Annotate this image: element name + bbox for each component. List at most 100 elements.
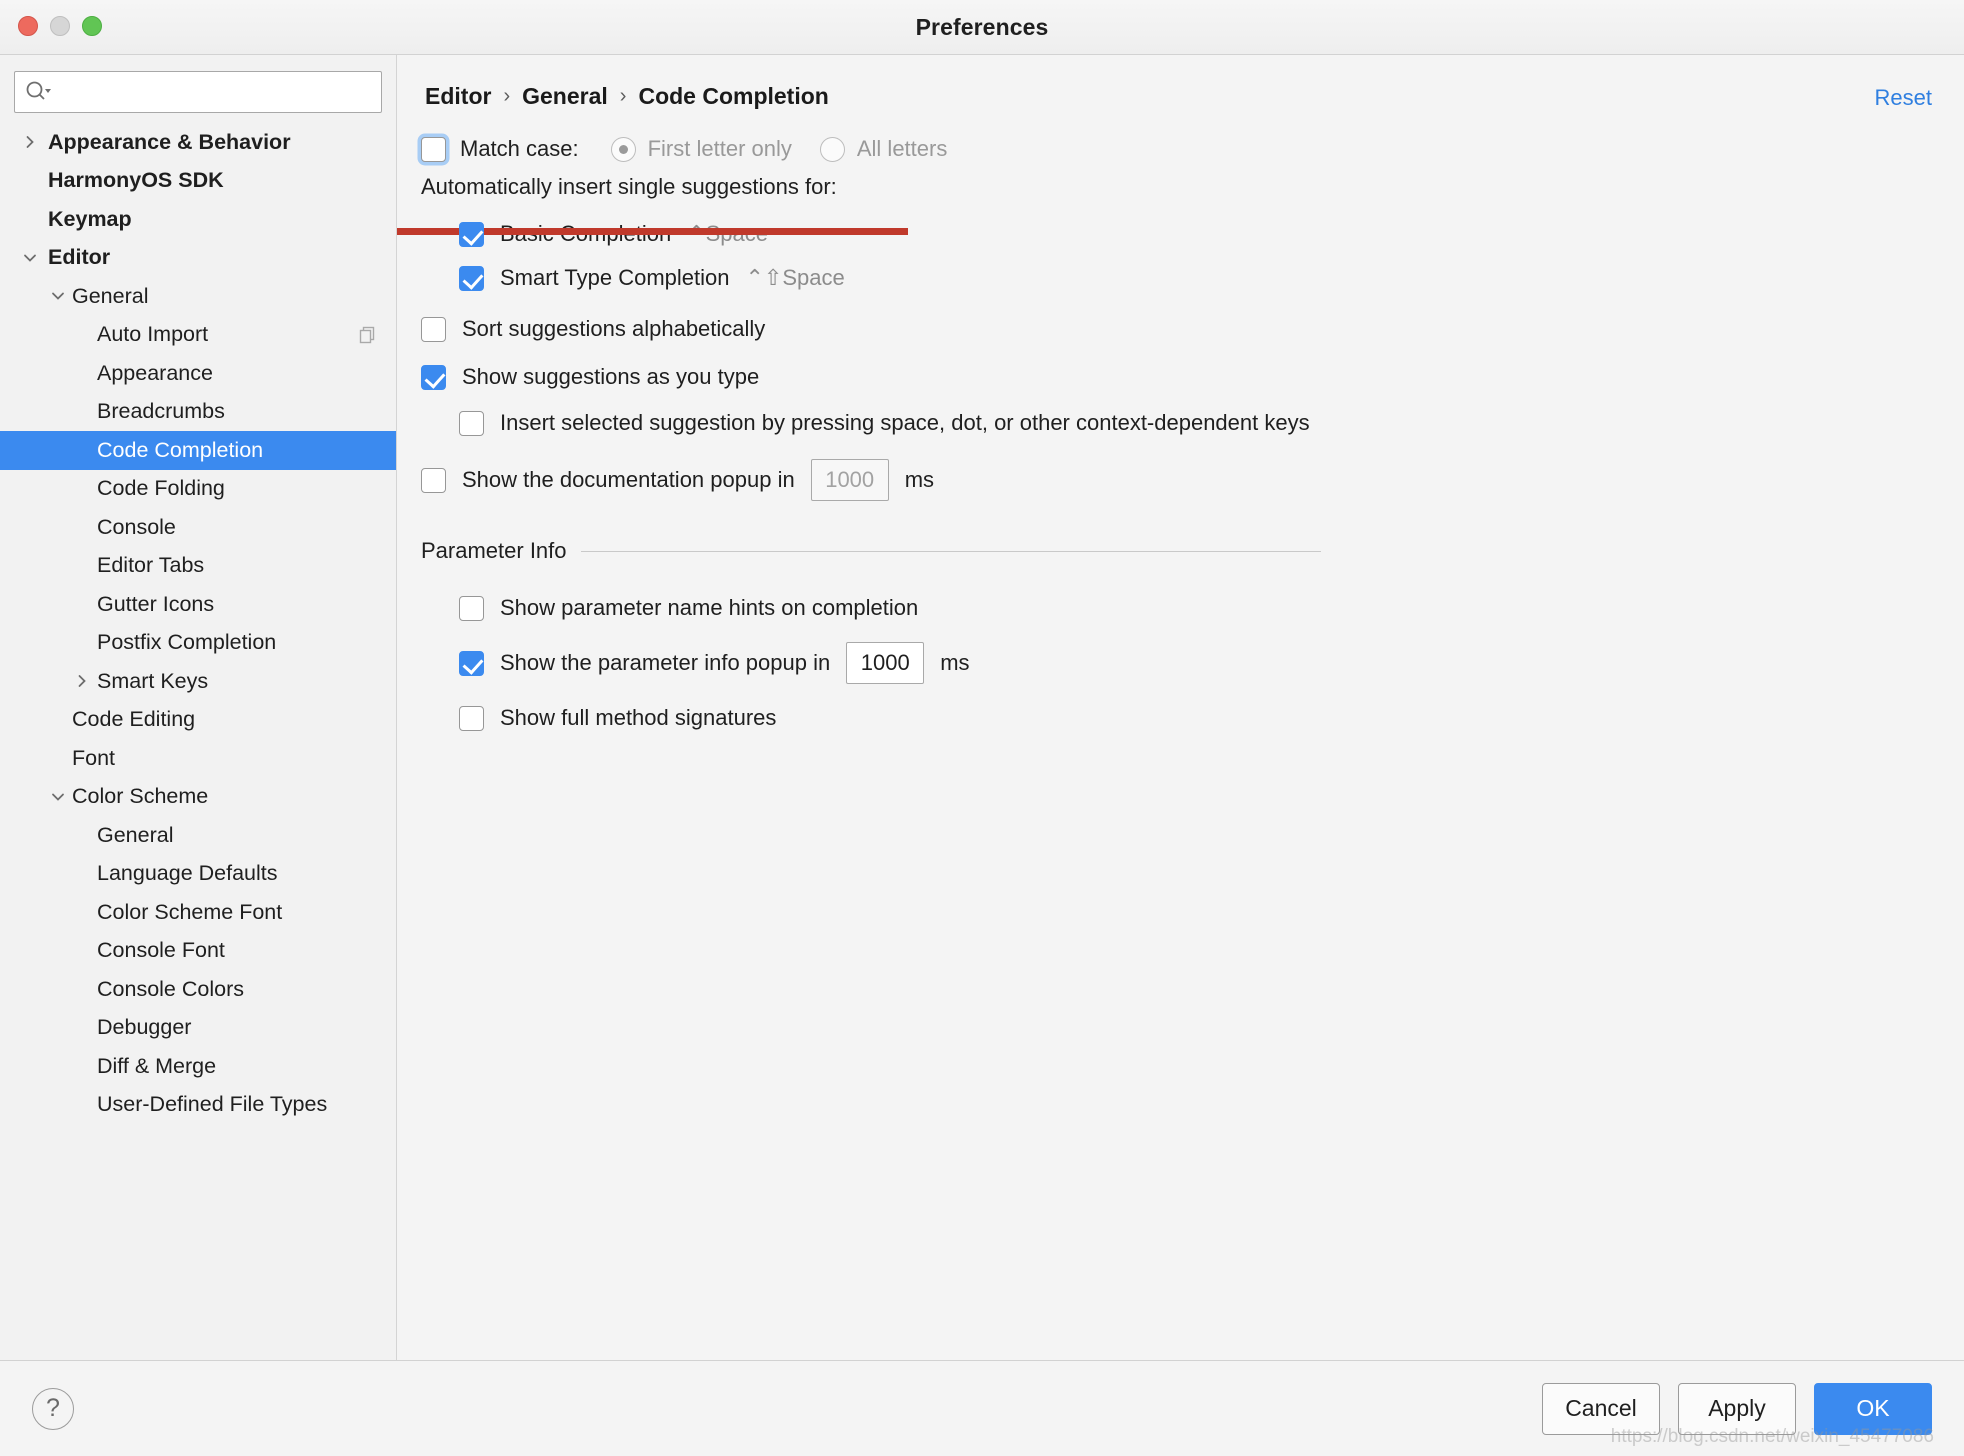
sidebar-item-general[interactable]: General [0,816,396,855]
smart-type-completion-shortcut: ⌃⇧Space [745,265,845,290]
maximize-button[interactable] [82,16,102,36]
smart-type-completion-checkbox[interactable] [459,265,484,291]
reset-link[interactable]: Reset [1875,85,1932,111]
sidebar-item-editor-tabs[interactable]: Editor Tabs [0,547,396,586]
search-icon [25,80,51,104]
sidebar-item-label: Breadcrumbs [97,399,225,424]
doc-popup-unit: ms [904,467,935,492]
sidebar-item-label: Console [97,514,176,539]
sidebar-item-harmonyos-sdk[interactable]: HarmonyOS SDK [0,162,396,201]
doc-popup-checkbox[interactable] [421,467,446,493]
sidebar-item-console-font[interactable]: Console Font [0,932,396,971]
match-case-checkbox[interactable] [421,136,446,162]
chevron-down-icon[interactable] [50,789,66,805]
sidebar-item-label: Color Scheme Font [97,899,283,924]
sidebar-item-code-folding[interactable]: Code Folding [0,470,396,509]
insert-on-keys-row[interactable]: Insert selected suggestion by pressing s… [421,400,1964,446]
preferences-window: Preferences Appearance & Behavior Harmony… [0,0,1964,1456]
sidebar-item-label: Code Completion [97,437,264,462]
sidebar-item-appearance[interactable]: Appearance [0,354,396,393]
breadcrumb-editor[interactable]: Editor [425,83,491,110]
sidebar-item-color-scheme-font[interactable]: Color Scheme Font [0,893,396,932]
all-letters-label: All letters [856,136,948,161]
sidebar-item-console[interactable]: Console [0,508,396,547]
sidebar-item-general[interactable]: General [0,277,396,316]
chevron-down-icon[interactable] [22,250,38,266]
sidebar-item-console-colors[interactable]: Console Colors [0,970,396,1009]
sidebar-item-debugger[interactable]: Debugger [0,1009,396,1048]
sidebar-item-language-defaults[interactable]: Language Defaults [0,855,396,894]
full-signatures-checkbox[interactable] [459,705,484,731]
doc-popup-label: Show the documentation popup in [462,467,795,492]
sidebar-item-label: Appearance & Behavior [48,129,291,154]
body-split: Appearance & Behavior HarmonyOS SDK Keymap… [0,55,1964,1360]
sidebar-item-label: Code Editing [72,707,196,732]
sidebar-item-label: Font [72,745,116,770]
param-name-hints-row[interactable]: Show parameter name hints on completion [421,582,1964,634]
sidebar-item-auto-import[interactable]: Auto Import [0,316,396,355]
sidebar-item-code-editing[interactable]: Code Editing [0,701,396,740]
show-as-you-type-row[interactable]: Show suggestions as you type [421,354,1964,400]
sidebar-item-breadcrumbs[interactable]: Breadcrumbs [0,393,396,432]
param-popup-delay-row[interactable]: Show the parameter info popup in ms [421,634,1964,692]
sidebar-item-label: General [97,822,174,847]
help-button[interactable]: ? [32,1387,74,1430]
sidebar-item-label: Debugger [97,1015,192,1040]
apply-button[interactable]: Apply [1678,1382,1796,1435]
ok-button[interactable]: OK [1814,1382,1932,1435]
insert-on-keys-checkbox[interactable] [459,410,484,436]
sort-alphabetically-row[interactable]: Sort suggestions alphabetically [421,304,1964,354]
page-title: Code Completion [638,83,829,109]
match-case-option-all-letters[interactable]: All letters [819,136,948,162]
sidebar-item-gutter-icons[interactable]: Gutter Icons [0,585,396,624]
show-as-you-type-label: Show suggestions as you type [462,364,760,389]
copy-icon[interactable] [358,325,378,345]
sidebar-item-smart-keys[interactable]: Smart Keys [0,662,396,701]
sidebar-item-label: Language Defaults [97,861,278,886]
sidebar-item-postfix-completion[interactable]: Postfix Completion [0,624,396,663]
sidebar-item-label: User-Defined File Types [97,1092,328,1117]
minimize-button[interactable] [50,16,70,36]
traffic-light-group [18,16,102,36]
sidebar-item-color-scheme[interactable]: Color Scheme [0,778,396,817]
sidebar-item-label: Postfix Completion [97,630,277,655]
sort-alphabetically-checkbox[interactable] [421,316,446,342]
match-case-option-first-letter[interactable]: First letter only [610,136,792,162]
sidebar-item-label: Color Scheme [72,784,209,809]
close-button[interactable] [18,16,38,36]
sidebar-item-user-defined-file-types[interactable]: User-Defined File Types [0,1086,396,1125]
param-popup-delay-checkbox[interactable] [459,650,484,676]
breadcrumb-general[interactable]: General [522,83,608,110]
param-popup-delay-input[interactable] [846,642,925,684]
full-signatures-row[interactable]: Show full method signatures [421,692,1964,744]
breadcrumb-separator-1: › [503,85,511,107]
chevron-down-icon[interactable] [50,288,66,304]
auto-insert-label: Automatically insert single suggestions … [421,174,1964,200]
sidebar-item-editor[interactable]: Editor [0,239,396,278]
param-name-hints-checkbox[interactable] [459,595,484,621]
sidebar-item-code-completion[interactable]: Code Completion [0,431,396,470]
sidebar-item-appearance-behavior[interactable]: Appearance & Behavior [0,123,396,162]
basic-completion-checkbox[interactable] [459,221,484,247]
settings-content: Match case: First letter only All letter… [397,110,1964,744]
sidebar-item-label: HarmonyOS SDK [48,168,224,193]
smart-type-completion-label: Smart Type Completion [500,265,730,290]
smart-type-completion-row[interactable]: Smart Type Completion ⌃⇧Space [421,256,1964,300]
full-signatures-label: Show full method signatures [500,705,777,730]
doc-popup-delay-input[interactable] [810,459,889,501]
show-as-you-type-checkbox[interactable] [421,364,446,390]
all-letters-radio[interactable] [819,136,845,162]
chevron-right-icon[interactable] [74,673,90,689]
sidebar-item-keymap[interactable]: Keymap [0,200,396,239]
first-letter-only-radio[interactable] [610,136,636,162]
search-input[interactable] [14,71,382,113]
window-title: Preferences [915,13,1049,40]
chevron-right-icon[interactable] [22,134,38,150]
sidebar-item-diff-merge[interactable]: Diff & Merge [0,1047,396,1086]
sidebar-item-font[interactable]: Font [0,739,396,778]
doc-popup-row[interactable]: Show the documentation popup in ms [421,452,1964,508]
cancel-button[interactable]: Cancel [1542,1382,1660,1435]
group-separator-line [580,550,1321,552]
sidebar-item-label: Code Folding [97,476,225,501]
sidebar-item-label: Gutter Icons [97,591,215,616]
